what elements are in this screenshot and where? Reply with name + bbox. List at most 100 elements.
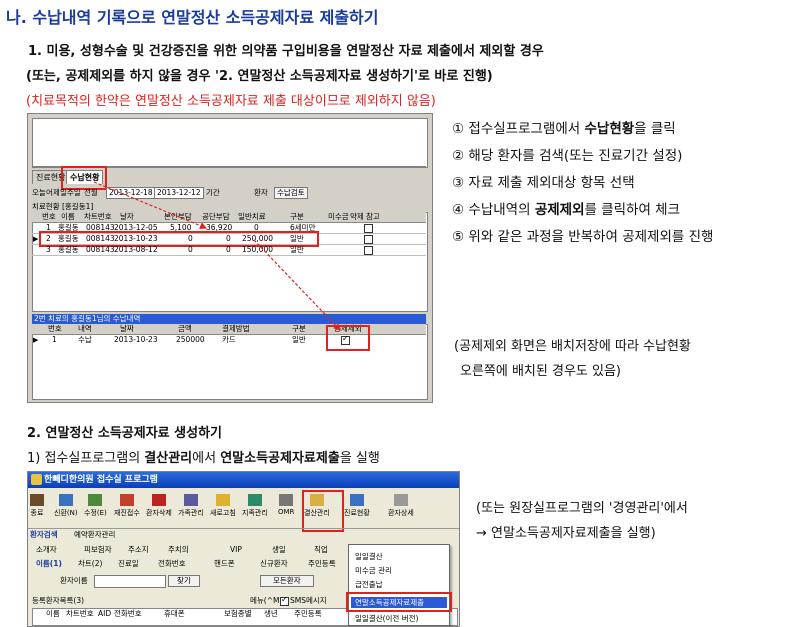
tb-label: 가족관리 [178,509,204,517]
sms-label: SMS메시지 [290,596,327,605]
step-1: ① 접수실프로그램에서 수납현황을 클릭 [452,116,713,143]
exit-button[interactable]: 종료 [30,494,44,524]
refresh-icon [215,494,230,506]
step-text: 를 클릭하여 체크 [584,202,681,218]
settlement-menu: 일일결산 미수금 관리 급전출납 연말소득공제자료제출 일일결산(이전 버전) [348,544,450,626]
step-text: 접수실프로그램에서 [468,121,585,137]
menu-item-daily-old[interactable]: 일일결산(이전 버전) [355,613,418,624]
note2-line1: (또는 원장실프로그램의 '경영관리'에서 [476,501,688,516]
family-button[interactable]: 가족관리 [178,494,204,524]
search-tab[interactable]: 생일 [272,545,286,555]
menu-shortcut-label: 메뉴(^M) [250,596,283,605]
tb-label: 환자상세 [388,509,414,517]
search-tab[interactable]: 주치의 [168,545,189,555]
menu-item-cash[interactable]: 급전출납 [355,579,383,590]
find-button[interactable]: 찾기 [168,575,200,587]
step-number: ① [452,121,465,137]
search-tab[interactable]: 이름(1) [36,559,62,569]
tb-label: 환자삭제 [146,509,172,517]
note2: (또는 원장실프로그램의 '경영관리'에서 → 연말소득공제자료제출을 실행) [476,496,688,546]
highlight-year-end-item [346,592,452,612]
step-bold: 수납현황 [584,121,635,137]
section1-line3: (치료목적의 한약은 연말정산 소득공제자료 제출 대상이므로 제외하지 않음) [26,94,436,109]
step-bold: 공제제외 [534,202,585,218]
section1-line1: 1. 미용, 성형수술 및 건강증진을 위한 의약품 구입비용을 연말정산 자료… [28,44,544,59]
new-patient-icon [58,494,73,506]
edit-button[interactable]: 수정(E) [84,494,107,524]
tb-label: 수정(E) [84,509,107,517]
branch-icon [247,494,262,506]
tb-label: 진료현황 [344,509,370,517]
search-tab[interactable]: 진료일 [118,559,139,569]
tab-reservation[interactable]: 예약환자관리 [74,530,115,540]
patient-name-input[interactable] [94,575,166,588]
refresh-button[interactable]: 새로고침 [210,494,236,524]
revisit-button[interactable]: 재진접수 [114,494,140,524]
col-header: 보험종별 [224,609,252,618]
col-header: 이름 [46,609,60,618]
search-tab[interactable]: 직업 [314,545,328,555]
search-tab[interactable]: 신규환자 [260,559,288,569]
step-number: ③ [452,175,465,191]
family-icon [183,494,198,506]
tb-label: 신환(N) [54,509,78,517]
instr-text: 에서 [192,451,221,466]
search-tab[interactable]: 차트(2) [78,559,102,569]
search-tab[interactable]: 주민등록 [308,559,336,569]
menu-item-receivables[interactable]: 미수금 관리 [355,565,392,576]
highlight-settlement [302,490,344,532]
detail-icon [393,494,408,506]
patient-name-label: 환자이름 [60,576,88,585]
search-tab[interactable]: 피보험자 [84,545,112,555]
col-header: 전화번호 [114,609,142,618]
search-tab[interactable]: VIP [230,545,242,555]
tb-label: 새로고침 [210,509,236,517]
col-header: 휴대폰 [164,609,185,618]
instr-text: 을 실행 [339,451,380,466]
col-header: 주민등록 [294,609,322,618]
tb-label: 지족관리 [242,509,268,517]
step-3: ③ 자료 제출 제외대상 항목 선택 [452,170,713,197]
menu-item-daily-settlement[interactable]: 일일결산 [355,551,383,562]
instr-text: 1) 접수실프로그램의 [27,451,145,466]
step-2: ② 해당 환자를 검색(또는 진료기간 설정) [452,143,713,170]
branch-button[interactable]: 지족관리 [242,494,268,524]
col-header: 차트번호 [66,609,94,618]
step-text: 자료 제출 제외대상 항목 선택 [468,175,635,191]
step-4: ④ 수납내역의 공제제외를 클릭하여 체크 [452,197,713,224]
receipt-status-screenshot: 진료현황 수납현황 오늘 어제 일주일 전월 2013-12-18 2013-1… [27,113,433,403]
step-text: 수납내역의 [468,202,535,218]
note2-line2: → 연말소득공제자료제출을 실행) [476,526,656,541]
status-icon [349,494,364,506]
step-text: 위와 같은 과정을 반복하여 공제제외를 진행 [468,229,714,245]
step-number: ⑤ [452,229,465,245]
omr-button[interactable]: OMR [278,494,294,524]
search-tab[interactable]: 소개자 [36,545,57,555]
note1: (공제제외 화면은 배치저장에 따라 수납현황 오른쪽에 배치된 경우도 있음) [454,334,691,384]
all-patients-button[interactable]: 모든환자 [260,575,314,587]
instr-bold: 연말소득공제자료제출 [220,451,340,466]
treatment-status-button[interactable]: 진료현황 [344,494,370,524]
window-title: 한빼디한의원 접수실 프로그램 [28,472,459,488]
tb-label: OMR [278,508,295,516]
col-header: AID [98,609,112,618]
reception-program-screenshot: 한빼디한의원 접수실 프로그램 종료 신환(N) 수정(E) 재진접수 환자삭제… [27,471,460,627]
omr-icon [279,494,294,506]
search-tab[interactable]: 핸드폰 [214,559,235,569]
delete-patient-button[interactable]: 환자삭제 [146,494,172,524]
search-tab[interactable]: 전화번호 [158,559,186,569]
patient-detail-button[interactable]: 환자상세 [388,494,414,524]
patient-list-label: 등록환자목록(3) [32,596,85,605]
search-tab[interactable]: 주소지 [128,545,149,555]
revisit-icon [119,494,134,506]
step-text: 해당 환자를 검색(또는 진료기간 설정) [468,148,683,164]
step-number: ④ [452,202,465,218]
tab-patient-search[interactable]: 환자검색 [30,530,58,540]
new-patient-button[interactable]: 신환(N) [54,494,78,524]
step-number: ② [452,148,465,164]
note1-line2: 오른쪽에 배치된 경우도 있음) [460,364,621,379]
section2-instruction: 1) 접수실프로그램의 결산관리에서 연말소득공제자료제출을 실행 [27,447,380,466]
sms-checkbox[interactable] [280,595,289,606]
section1-line2: (또는, 공제제외를 하지 않을 경우 '2. 연말정산 소득공제자료 생성하기… [26,69,493,84]
edit-icon [88,494,103,506]
